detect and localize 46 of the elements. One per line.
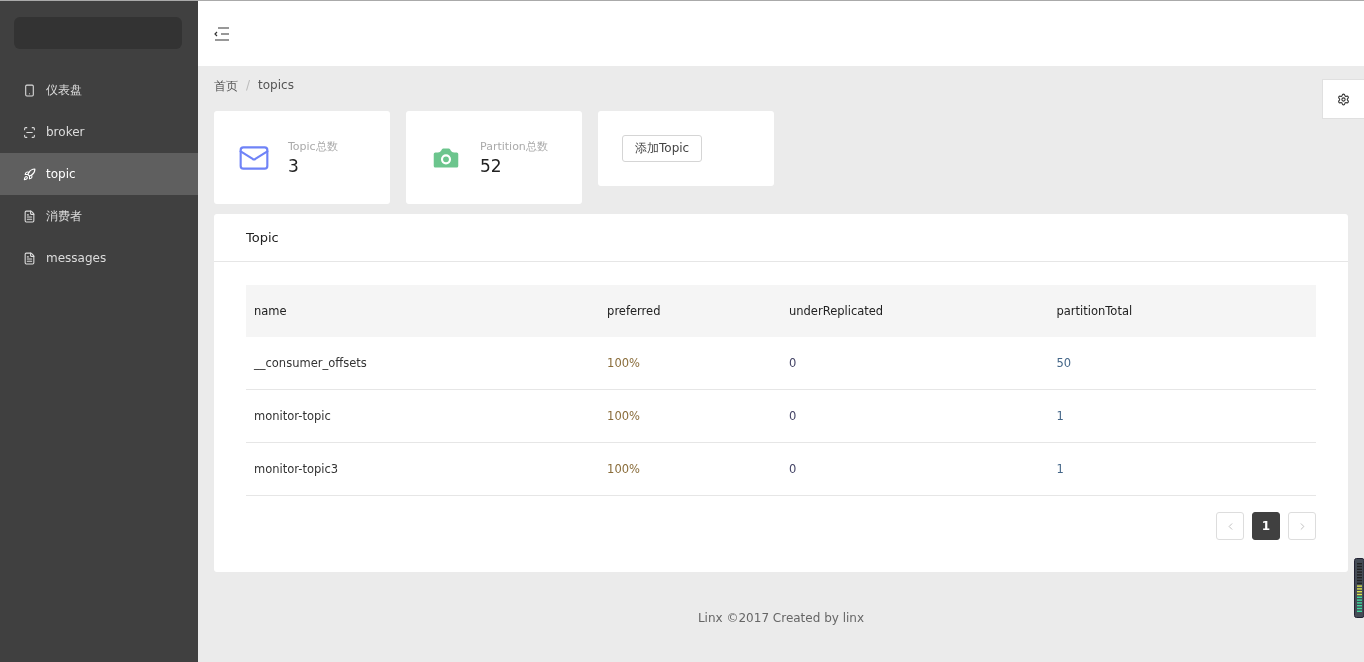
table-cell: 50 bbox=[1048, 337, 1316, 390]
document-icon bbox=[23, 251, 36, 265]
sidebar-item-label: topic bbox=[46, 167, 76, 181]
settings-icon bbox=[1337, 92, 1350, 106]
page-button[interactable]: 1 bbox=[1252, 512, 1280, 540]
footer-text: Linx ©2017 Created by linx bbox=[696, 610, 866, 627]
stat-label: Topic总数 bbox=[288, 139, 338, 154]
sidebar-item-label: 消费者 bbox=[46, 207, 82, 225]
stat-value: 3 bbox=[288, 156, 300, 176]
sidebar-item[interactable]: broker bbox=[0, 111, 198, 153]
sidebar-item[interactable]: topic bbox=[0, 153, 198, 195]
table-cell: 100% bbox=[599, 389, 781, 443]
rocket-icon bbox=[23, 167, 36, 181]
document-icon bbox=[23, 209, 36, 223]
table-cell: monitor-topic bbox=[246, 389, 600, 443]
settings-button[interactable] bbox=[1322, 79, 1364, 119]
table-cell: 0 bbox=[781, 337, 1049, 390]
sidebar-item-label: messages bbox=[46, 251, 107, 265]
sidebar-item[interactable]: 消费者 bbox=[0, 195, 198, 237]
column-header: preferred bbox=[599, 285, 781, 337]
level-meter-drawing bbox=[1354, 558, 1364, 618]
stat-label: Partition总数 bbox=[480, 139, 548, 154]
breadcrumb-item[interactable]: 首页 bbox=[214, 78, 238, 95]
table-cell: __consumer_offsets bbox=[246, 337, 600, 390]
table-cell: 1 bbox=[1048, 442, 1316, 496]
table-cell: monitor-topic3 bbox=[246, 442, 600, 496]
column-header: name bbox=[246, 285, 600, 337]
scan-icon bbox=[23, 125, 36, 139]
table-cell: 100% bbox=[599, 337, 781, 390]
column-header: partitionTotal bbox=[1048, 285, 1316, 337]
sidebar-item[interactable]: messages bbox=[0, 237, 198, 279]
sidebar-item-label: 仪表盘 bbox=[46, 81, 82, 99]
menu-fold-icon[interactable] bbox=[214, 26, 230, 41]
table-cell: 0 bbox=[781, 389, 1049, 443]
table-cell: 0 bbox=[781, 442, 1049, 496]
phone-icon bbox=[23, 83, 36, 97]
sidebar-item-label: broker bbox=[46, 125, 85, 139]
breadcrumb-item: topics bbox=[258, 78, 294, 94]
table-cell: 100% bbox=[599, 442, 781, 496]
column-header: underReplicated bbox=[781, 285, 1049, 337]
card-title: Topic bbox=[214, 214, 1348, 262]
add-topic-button[interactable]: 添加Topic bbox=[622, 135, 703, 162]
breadcrumb-separator: / bbox=[246, 78, 251, 94]
sidebar-item[interactable]: 仪表盘 bbox=[0, 69, 198, 111]
table-cell: 1 bbox=[1048, 389, 1316, 443]
stat-value: 52 bbox=[480, 156, 503, 176]
